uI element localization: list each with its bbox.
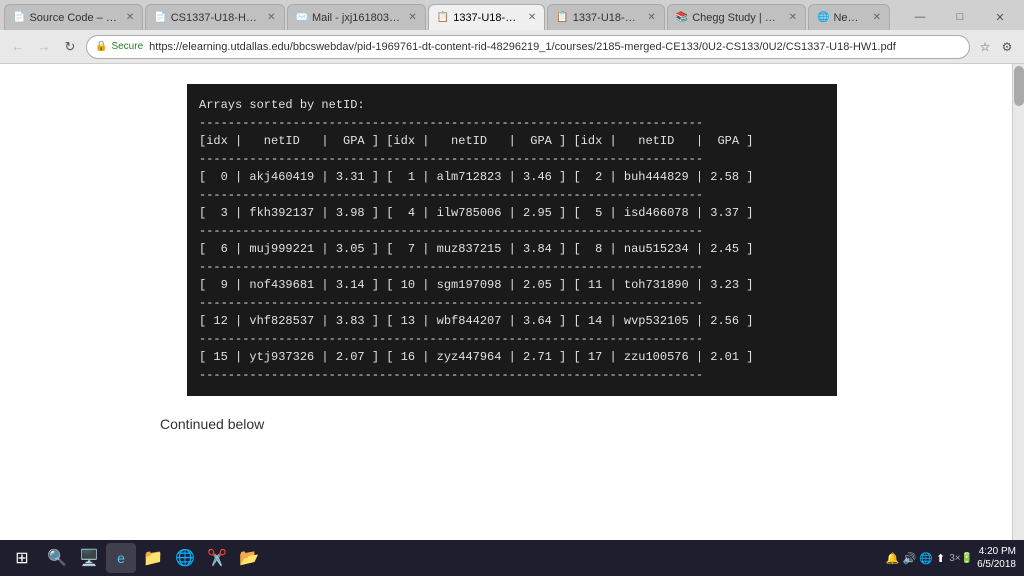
maximize-button[interactable]: □	[940, 4, 980, 30]
browser-tab-tab4[interactable]: 📋 1337-U18-Quiz-1 ✕	[428, 4, 546, 30]
address-bar-container: 🔒 Secure	[86, 35, 970, 59]
window-controls: — □ ✕	[900, 4, 1020, 30]
tab-close-tab4[interactable]: ✕	[528, 12, 536, 23]
tab-label-tab2: CS1337-U18-HW1.pdf	[171, 12, 259, 24]
tab-close-tab1[interactable]: ✕	[126, 12, 134, 23]
tab-favicon-tab1: 📄	[13, 12, 25, 23]
tab-label-tab5: 1337-U18-Quiz-1	[573, 12, 640, 24]
tab-label-tab7: New Tab	[833, 12, 864, 24]
extensions-icon[interactable]: ⚙	[998, 38, 1016, 56]
taskbar-task-view[interactable]: 🖥️	[74, 543, 104, 573]
tab-favicon-tab4: 📋	[437, 12, 449, 23]
address-bar[interactable]	[149, 41, 961, 53]
terminal-output: Arrays sorted by netID: ----------------…	[187, 84, 837, 396]
forward-button[interactable]: →	[34, 37, 54, 57]
tab-label-tab1: Source Code – CS 133...	[29, 12, 117, 24]
secure-label: Secure	[111, 41, 143, 52]
tab-close-tab3[interactable]: ✕	[408, 12, 416, 23]
browser-tab-tab7[interactable]: 🌐 New Tab ✕	[808, 4, 890, 30]
taskbar-explorer[interactable]: 📁	[138, 543, 168, 573]
browser-window: 📄 Source Code – CS 133... ✕ 📄 CS1337-U18-HW1…	[0, 0, 1024, 576]
page-content: Arrays sorted by netID: ----------------…	[0, 64, 1024, 576]
scrollbar[interactable]	[1012, 64, 1024, 540]
continued-below-text: Continued below	[0, 416, 264, 432]
taskbar-clock[interactable]: 4:20 PM 6/5/2018	[977, 545, 1016, 571]
tab-favicon-tab6: 📚	[676, 12, 688, 23]
tab-label-tab6: Chegg Study | Guided...	[692, 12, 780, 24]
scrollbar-thumb[interactable]	[1014, 66, 1024, 106]
taskbar-chrome[interactable]: 🌐	[170, 543, 200, 573]
tab-bar: 📄 Source Code – CS 133... ✕ 📄 CS1337-U18-HW1…	[0, 0, 1024, 30]
secure-icon: 🔒	[95, 41, 107, 52]
tab-close-tab7[interactable]: ✕	[873, 12, 881, 23]
browser-action-buttons: ☆ ⚙	[976, 38, 1016, 56]
tab-favicon-tab5: 📋	[556, 12, 568, 23]
browser-tab-tab3[interactable]: ✉️ Mail - jxj16180309uto... ✕	[287, 4, 426, 30]
tab-close-tab2[interactable]: ✕	[267, 12, 275, 23]
minimize-button[interactable]: —	[900, 4, 940, 30]
taskbar-system-icons: 🔔 🔊 🌐 ⬆	[886, 552, 945, 565]
back-button[interactable]: ←	[8, 37, 28, 57]
taskbar-snip[interactable]: ✂️	[202, 543, 232, 573]
taskbar-search[interactable]: 🔍	[42, 543, 72, 573]
tab-favicon-tab2: 📄	[154, 12, 166, 23]
tab-close-tab6[interactable]: ✕	[789, 12, 797, 23]
taskbar-battery: 3×🔋	[949, 553, 973, 564]
browser-tab-tab1[interactable]: 📄 Source Code – CS 133... ✕	[4, 4, 143, 30]
tab-close-tab5[interactable]: ✕	[647, 12, 655, 23]
browser-tab-tab5[interactable]: 📋 1337-U18-Quiz-1 ✕	[547, 4, 665, 30]
taskbar-edge[interactable]: e	[106, 543, 136, 573]
browser-controls-bar: ← → ↻ 🔒 Secure ☆ ⚙	[0, 30, 1024, 64]
tab-label-tab3: Mail - jxj16180309uto...	[312, 12, 400, 24]
browser-tab-tab6[interactable]: 📚 Chegg Study | Guided... ✕	[667, 4, 806, 30]
close-button[interactable]: ✕	[980, 4, 1020, 30]
tab-favicon-tab3: ✉️	[296, 12, 308, 23]
tab-label-tab4: 1337-U18-Quiz-1	[453, 12, 520, 24]
taskbar: ⊞ 🔍 🖥️ e 📁 🌐 ✂️ 📂 🔔 🔊 🌐 ⬆ 3×🔋 4:20 PM 6/…	[0, 540, 1024, 576]
reload-button[interactable]: ↻	[60, 37, 80, 57]
bookmark-icon[interactable]: ☆	[976, 38, 994, 56]
taskbar-files[interactable]: 📂	[234, 543, 264, 573]
browser-tab-tab2[interactable]: 📄 CS1337-U18-HW1.pdf ✕	[145, 4, 284, 30]
taskbar-right-area: 🔔 🔊 🌐 ⬆ 3×🔋 4:20 PM 6/5/2018	[886, 545, 1020, 571]
tab-favicon-tab7: 🌐	[817, 12, 829, 23]
start-button[interactable]: ⊞	[4, 542, 40, 574]
